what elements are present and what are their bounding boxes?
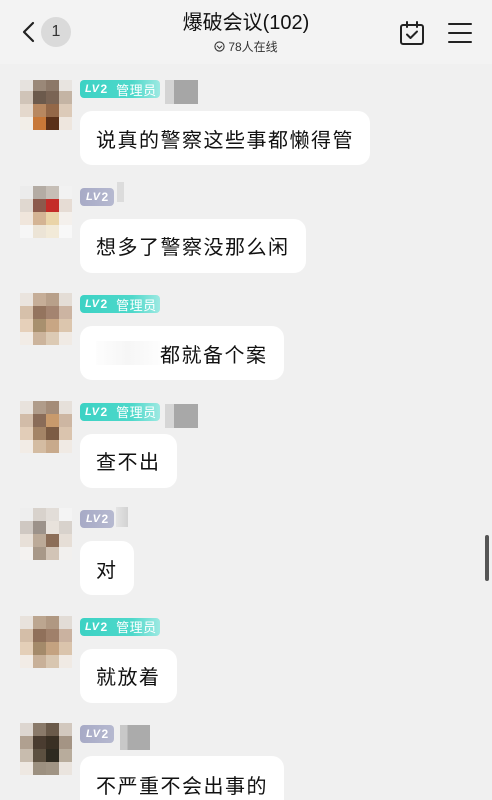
role-label: 管理员: [116, 82, 157, 98]
scrollbar-thumb[interactable]: [485, 535, 489, 581]
menu-icon: [448, 23, 472, 43]
message-bubble[interactable]: 说真的警察这些事都懒得管: [80, 111, 370, 165]
message-item: LV 2 管理员 查不出: [0, 400, 492, 488]
level-prefix: LV: [85, 405, 100, 418]
chat-header: 1 爆破会议(102) 78人在线: [0, 0, 492, 64]
level-badge: LV 2 管理员: [80, 295, 160, 313]
message-item: LV 2 不严重不会出事的: [0, 723, 492, 800]
level-number: 2: [101, 727, 109, 741]
sender-meta: LV 2 管理员: [80, 80, 160, 98]
message-item: LV 2 对: [0, 507, 492, 595]
online-count: 78人在线: [228, 39, 278, 54]
level-prefix: LV: [85, 620, 100, 633]
online-status: 78人在线: [120, 38, 372, 54]
level-prefix: LV: [86, 728, 101, 740]
level-number: 2: [100, 404, 108, 419]
message-text: 说真的警察这些事都懒得管: [96, 129, 354, 152]
sender-meta: LV 2 管理员: [80, 402, 160, 421]
message-list: LV 2 管理员 说真的警察这些事都懒得管 LV 2 想多了警察没那么闲 LV: [0, 80, 492, 800]
redacted-name: [117, 181, 124, 202]
avatar[interactable]: [20, 400, 72, 453]
level-prefix: LV: [86, 190, 101, 203]
message-text: 想多了警察没那么闲: [96, 237, 290, 259]
avatar[interactable]: [20, 615, 72, 668]
sender-meta: LV 2: [80, 725, 114, 743]
redacted-name: [116, 507, 128, 527]
message-text: 对: [96, 559, 118, 582]
level-badge: LV 2: [80, 187, 114, 206]
role-label: 管理员: [116, 297, 157, 313]
role-label: 管理员: [116, 405, 157, 420]
menu-button[interactable]: [445, 18, 475, 48]
avatar[interactable]: [20, 80, 72, 130]
redacted-text: [96, 341, 160, 365]
level-prefix: LV: [85, 83, 100, 95]
message-bubble[interactable]: 对: [80, 541, 134, 595]
message-item: LV 2 管理员 说真的警察这些事都懒得管: [0, 80, 492, 165]
calendar-button[interactable]: [397, 18, 427, 48]
level-badge: LV 2: [80, 510, 114, 528]
level-badge: LV 2 管理员: [80, 617, 160, 636]
level-badge: LV 2 管理员: [80, 402, 160, 421]
message-text: 不严重不会出事的: [96, 776, 268, 798]
redacted-name: [165, 80, 198, 104]
avatar[interactable]: [20, 185, 72, 238]
sender-meta: LV 2: [80, 510, 114, 528]
level-badge: LV 2 管理员: [80, 80, 160, 98]
role-label: 管理员: [116, 620, 157, 635]
sender-meta: LV 2: [80, 187, 114, 206]
message-item: LV 2 想多了警察没那么闲: [0, 181, 492, 273]
level-prefix: LV: [86, 513, 101, 525]
level-badge: LV 2: [80, 725, 114, 743]
message-bubble[interactable]: 想多了警察没那么闲: [80, 218, 306, 273]
sender-meta: LV 2 管理员: [80, 617, 160, 636]
level-number: 2: [101, 512, 109, 526]
online-status-icon: [214, 40, 225, 52]
message-text: 就放着: [96, 667, 161, 689]
chevron-left-icon: [22, 21, 35, 43]
message-item: LV 2 管理员 就放着: [0, 615, 492, 703]
level-number: 2: [100, 619, 108, 634]
level-prefix: LV: [85, 298, 100, 310]
message-text: 查不出: [96, 452, 161, 474]
message-bubble[interactable]: 就放着: [80, 648, 177, 703]
calendar-check-icon: [400, 21, 424, 45]
avatar[interactable]: [20, 508, 72, 560]
message-text: 都就备个案: [160, 344, 268, 367]
sender-meta: LV 2 管理员: [80, 295, 160, 313]
level-number: 2: [101, 189, 109, 204]
level-number: 2: [100, 82, 108, 96]
level-number: 2: [100, 297, 108, 311]
redacted-name: [165, 403, 198, 428]
message-bubble[interactable]: 查不出: [80, 433, 177, 488]
message-bubble[interactable]: 都就备个案: [80, 326, 284, 380]
message-bubble[interactable]: 不严重不会出事的: [80, 756, 284, 800]
avatar[interactable]: [20, 293, 72, 345]
group-title: 爆破会议(102): [182, 12, 310, 34]
redacted-name: [120, 725, 150, 750]
message-item: LV 2 管理员 都就备个案: [0, 293, 492, 380]
avatar[interactable]: [20, 723, 72, 775]
